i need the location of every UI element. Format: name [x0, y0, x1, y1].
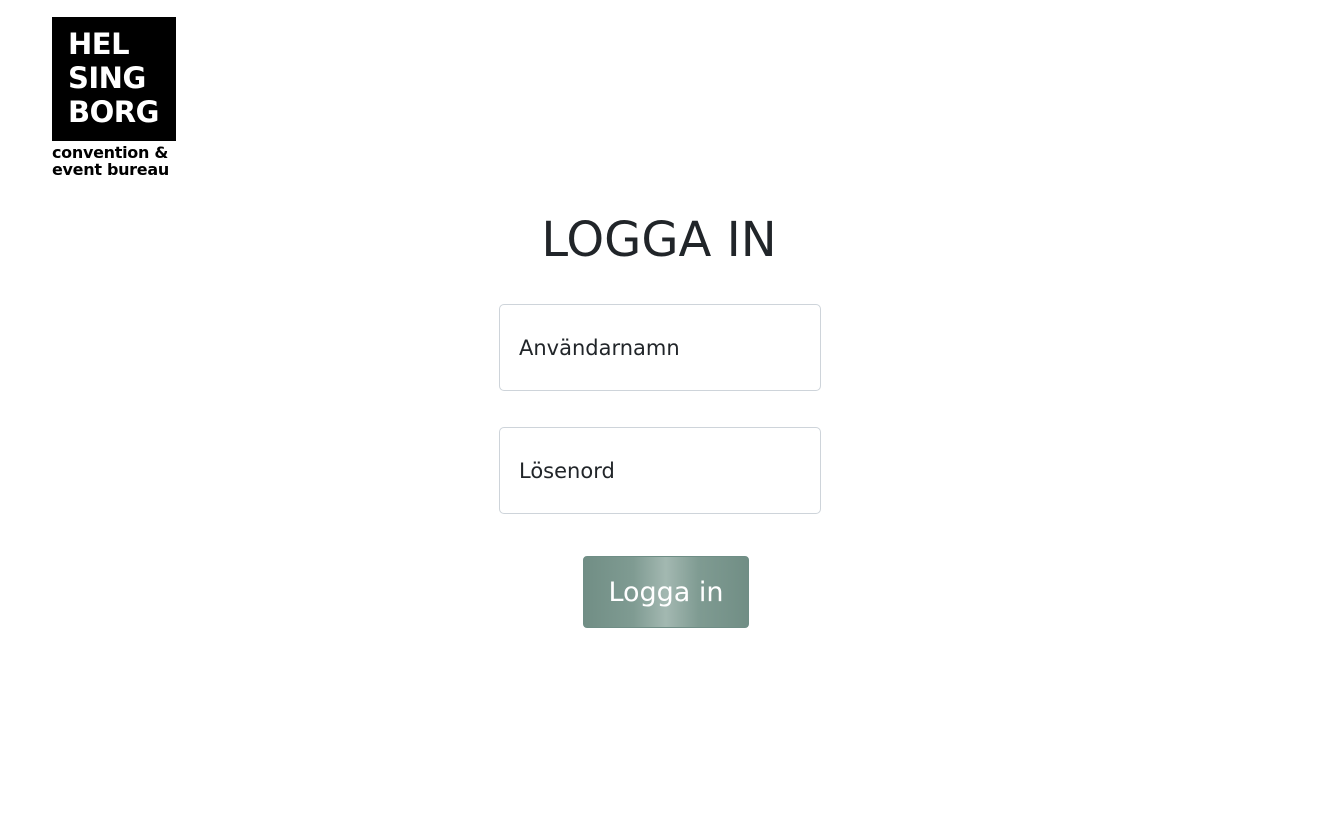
- password-field[interactable]: [499, 427, 821, 514]
- logo-subtitle-line-2: event bureau: [52, 160, 169, 179]
- page-title: LOGGA IN: [541, 212, 777, 268]
- logo-subtitle: convention & event bureau: [52, 144, 176, 178]
- logo-subtitle-line-1: convention &: [52, 143, 168, 162]
- helsingborg-logo: HEL SING BORG convention & event bureau: [52, 17, 176, 178]
- logo-line-3: BORG: [68, 95, 159, 129]
- logo-mark: HEL SING BORG: [52, 17, 176, 141]
- logo-line-1: HEL: [68, 27, 130, 61]
- username-input[interactable]: [500, 305, 820, 390]
- login-page: HEL SING BORG convention & event bureau …: [0, 0, 1318, 834]
- login-button[interactable]: Logga in: [583, 556, 749, 628]
- password-input[interactable]: [500, 428, 820, 513]
- username-field[interactable]: [499, 304, 821, 391]
- logo-line-2: SING: [68, 61, 146, 95]
